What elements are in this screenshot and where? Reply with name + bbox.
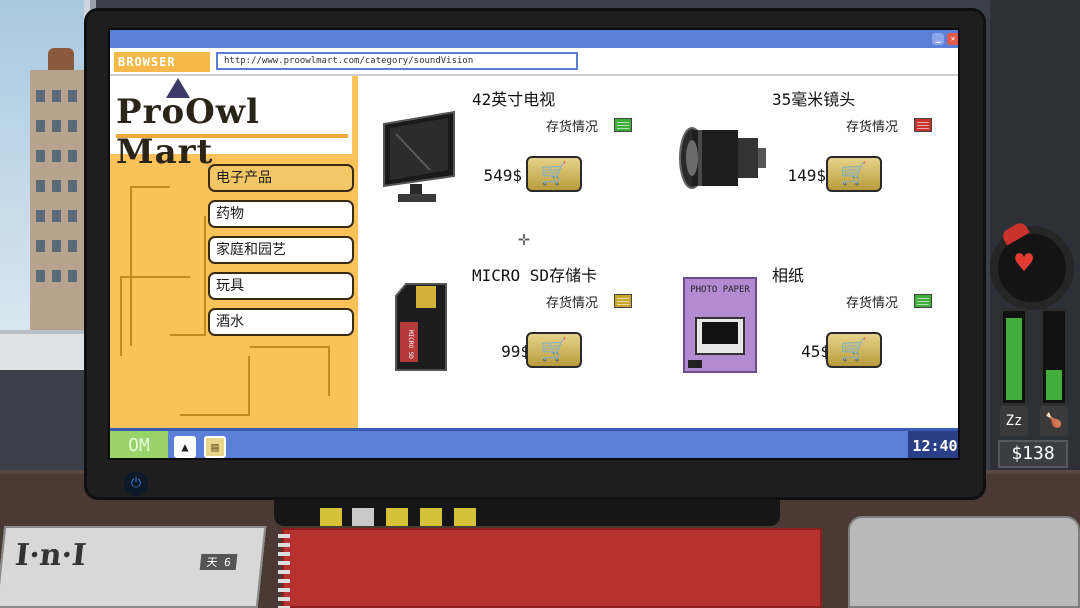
product-grid: 42英寸电视 存货情况 549$ 🛒 35毫米镜头 存货情况 149$ 🛒 MI… [358, 76, 958, 428]
close-icon[interactable]: ✕ [947, 33, 958, 45]
browser-logo-text: BROWSER [118, 55, 176, 69]
tv-icon [383, 110, 455, 202]
product-price: 149$ [787, 166, 826, 185]
stock-label: 存货情况 [846, 120, 899, 135]
stock-indicator [614, 294, 632, 308]
category-electronics[interactable]: 电子产品 [208, 164, 354, 192]
telephone[interactable] [848, 516, 1080, 608]
monitor-screen: ▁ ✕ BROWSER http://www.proowlmart.com/ca… [108, 28, 960, 460]
camera-lens-icon [679, 127, 766, 189]
product-name: 42英寸电视 [472, 90, 556, 109]
category-home-garden[interactable]: 家庭和园艺 [208, 236, 354, 264]
cart-icon: 🛒 [540, 161, 568, 187]
newspaper[interactable]: I·n·I 天 6 [0, 526, 267, 608]
food-icon: 🍗 [1040, 406, 1068, 436]
monitor-button[interactable] [386, 508, 408, 526]
product-name: MICRO SD存储卡 [472, 266, 598, 285]
owl-app-icon[interactable]: ▲ [174, 436, 196, 458]
crosshair-cursor-icon: ✛ [518, 226, 531, 250]
product-price: 549$ [483, 166, 522, 185]
stock-label: 存货情况 [546, 296, 599, 311]
start-button[interactable]: OM [110, 431, 168, 458]
notebook-spiral [278, 534, 290, 608]
stock-label: 存货情况 [546, 120, 599, 135]
window-titlebar: ▁ ✕ [110, 30, 958, 48]
add-to-cart-button[interactable]: 🛒 [526, 156, 582, 192]
map-decoration [180, 356, 250, 416]
window-view [0, 0, 84, 330]
sd-card-text: MICRO SD [407, 330, 414, 359]
photo-paper-text: PHOTO PAPER [690, 285, 750, 295]
cart-icon: 🛒 [840, 337, 868, 363]
health-ring: ♥ [990, 226, 1074, 310]
monitor-button[interactable] [454, 508, 476, 526]
power-icon[interactable]: ⏻ [124, 472, 148, 496]
stock-indicator [614, 118, 632, 132]
monitor-button[interactable] [320, 508, 342, 526]
map-decoration [120, 276, 190, 356]
notebook[interactable] [282, 528, 822, 608]
room-window [0, 0, 96, 370]
monitor-stand [274, 500, 780, 526]
category-drinks[interactable]: 酒水 [208, 308, 354, 336]
add-to-cart-button[interactable]: 🛒 [826, 332, 882, 368]
category-toys[interactable]: 玩具 [208, 272, 354, 300]
url-input[interactable]: http://www.proowlmart.com/category/sound… [216, 52, 578, 70]
product-card: 35毫米镜头 存货情况 149$ 🛒 [658, 76, 958, 252]
add-to-cart-button[interactable]: 🛒 [826, 156, 882, 192]
money-display: $138 [998, 440, 1068, 468]
store-sidebar: ProOwl Mart 电子产品 药物 家庭和园艺 玩具 酒水 [110, 76, 358, 428]
logo-underline [116, 134, 348, 138]
heart-icon: ♥ [1015, 246, 1034, 281]
store-name: ProOwl Mart [116, 92, 260, 172]
product-card: PHOTO PAPER 相纸 存货情况 45$ 🛒 [658, 252, 958, 428]
energy-meter [1000, 308, 1028, 406]
newspaper-day: 天 6 [199, 554, 238, 570]
stock-label: 存货情况 [846, 296, 899, 311]
hunger-meter [1040, 308, 1068, 406]
window-sill [0, 330, 96, 370]
product-card: 42英寸电视 存货情况 549$ 🛒 [358, 76, 658, 252]
sleep-icon: Zz [1000, 406, 1028, 436]
energy-meter-fill [1006, 318, 1022, 400]
taskbar: OM ▲ ▤ 12:40 [110, 428, 958, 458]
cart-icon: 🛒 [540, 337, 568, 363]
hunger-meter-fill [1046, 370, 1062, 400]
category-medicine[interactable]: 药物 [208, 200, 354, 228]
shop-app-icon[interactable]: ▤ [204, 436, 226, 458]
city-building [30, 70, 84, 330]
map-decoration [250, 346, 330, 396]
add-to-cart-button[interactable]: 🛒 [526, 332, 582, 368]
monitor-button[interactable] [352, 508, 374, 526]
game-scene: ⏻ ▁ ✕ BROWSER http://www.proowlmart.com/… [0, 0, 1080, 608]
monitor-button[interactable] [420, 508, 442, 526]
minimize-icon[interactable]: ▁ [932, 33, 944, 45]
cart-icon: 🛒 [840, 161, 868, 187]
product-card: MICRO SD MICRO SD存储卡 存货情况 99$ 🛒 [358, 252, 658, 428]
photo-paper-icon: PHOTO PAPER [683, 277, 757, 373]
product-name: 相纸 [772, 266, 805, 285]
browser-logo: BROWSER [114, 52, 210, 72]
stock-indicator [914, 294, 932, 308]
product-price: 99$ [501, 342, 530, 361]
sd-card-icon: MICRO SD [395, 283, 447, 371]
taskbar-clock: 12:40 [908, 431, 958, 458]
product-name: 35毫米镜头 [772, 90, 856, 109]
stock-indicator [914, 118, 932, 132]
address-bar: BROWSER http://www.proowlmart.com/catego… [110, 48, 958, 76]
product-price: 45$ [801, 342, 830, 361]
store-logo: ProOwl Mart [110, 76, 352, 172]
newspaper-logo: I·n·I [13, 538, 88, 573]
